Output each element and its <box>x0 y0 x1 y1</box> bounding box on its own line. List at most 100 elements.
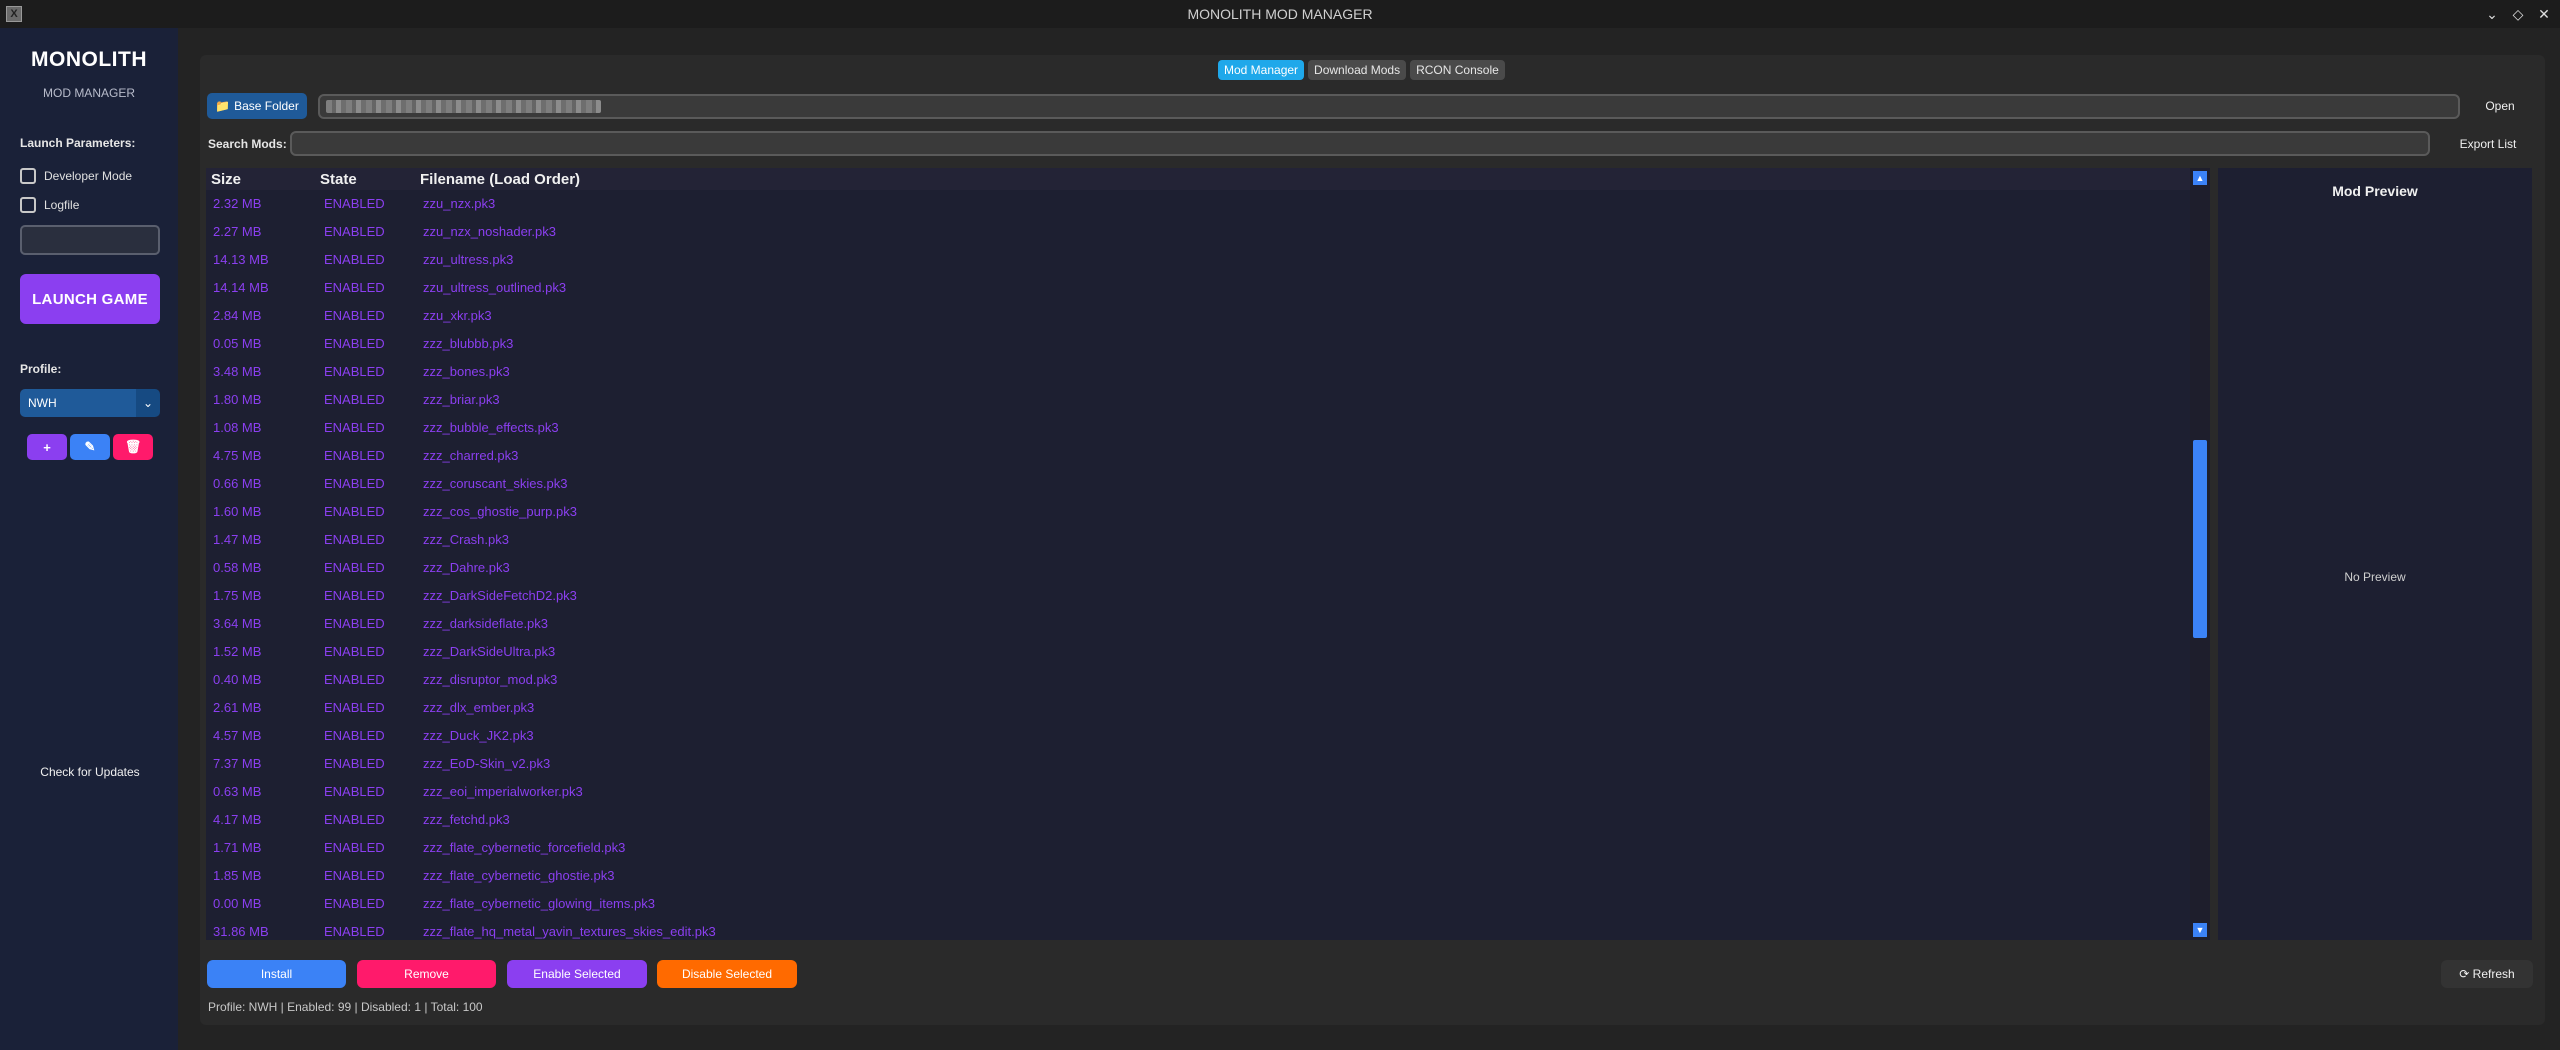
list-header: Size State Filename (Load Order) <box>206 168 2210 190</box>
maximize-icon[interactable]: ◇ <box>2510 6 2526 23</box>
logfile-checkbox[interactable]: Logfile <box>20 197 79 213</box>
delete-profile-button[interactable]: 🗑 <box>113 434 153 460</box>
row-filename: zzz_dlx_ember.pk3 <box>423 700 535 715</box>
header-state[interactable]: State <box>320 171 357 188</box>
row-size: 2.84 MB <box>213 308 262 323</box>
scrollbar-thumb[interactable] <box>2193 440 2207 638</box>
export-list-button[interactable]: Export List <box>2446 131 2530 157</box>
refresh-button[interactable]: ⟳ Refresh <box>2441 960 2533 988</box>
enable-selected-button[interactable]: Enable Selected <box>507 960 647 988</box>
tab-mod-manager[interactable]: Mod Manager <box>1218 60 1305 80</box>
row-size: 1.85 MB <box>213 868 262 883</box>
open-button[interactable]: Open <box>2470 93 2530 119</box>
row-filename: zzz_flate_cybernetic_forcefield.pk3 <box>423 840 626 855</box>
close-icon[interactable]: ✕ <box>2536 6 2552 23</box>
row-size: 0.58 MB <box>213 560 262 575</box>
table-row[interactable]: 0.58 MB ENABLED zzz_Dahre.pk3 <box>206 554 2210 582</box>
table-row[interactable]: 1.52 MB ENABLED zzz_DarkSideUltra.pk3 <box>206 638 2210 666</box>
row-state: ENABLED <box>324 308 385 323</box>
header-size[interactable]: Size <box>211 171 241 188</box>
edit-profile-button[interactable]: ✎ <box>70 434 110 460</box>
table-row[interactable]: 1.47 MB ENABLED zzz_Crash.pk3 <box>206 526 2210 554</box>
table-row[interactable]: 4.17 MB ENABLED zzz_fetchd.pk3 <box>206 806 2210 834</box>
launch-game-button[interactable]: LAUNCH GAME <box>20 274 160 324</box>
table-row[interactable]: 1.08 MB ENABLED zzz_bubble_effects.pk3 <box>206 414 2210 442</box>
base-folder-path-input[interactable] <box>318 94 2460 119</box>
row-state: ENABLED <box>324 728 385 743</box>
scroll-up-icon[interactable]: ▲ <box>2193 171 2207 185</box>
row-size: 0.40 MB <box>213 672 262 687</box>
developer-mode-label: Developer Mode <box>44 169 133 183</box>
table-row[interactable]: 31.86 MB ENABLED zzz_flate_hq_metal_yavin_… <box>206 918 2210 940</box>
profile-select-value[interactable]: NWH <box>20 389 136 417</box>
row-size: 1.80 MB <box>213 392 262 407</box>
row-filename: zzz_coruscant_skies.pk3 <box>423 476 568 491</box>
table-row[interactable]: 2.61 MB ENABLED zzz_dlx_ember.pk3 <box>206 694 2210 722</box>
search-mods-input[interactable] <box>290 131 2430 156</box>
row-filename: zzz_disruptor_mod.pk3 <box>423 672 558 687</box>
table-row[interactable]: 1.60 MB ENABLED zzz_cos_ghostie_purp.pk3 <box>206 498 2210 526</box>
folder-icon: 📁 <box>215 99 231 113</box>
row-state: ENABLED <box>324 336 385 351</box>
table-row[interactable]: 2.32 MB ENABLED zzu_nzx.pk3 <box>206 190 2210 218</box>
table-row[interactable]: 14.14 MB ENABLED zzu_ultress_outlined.pk3 <box>206 274 2210 302</box>
table-row[interactable]: 0.63 MB ENABLED zzz_eoi_imperialworker.pk3 <box>206 778 2210 806</box>
table-row[interactable]: 1.71 MB ENABLED zzz_flate_cybernetic_force… <box>206 834 2210 862</box>
table-row[interactable]: 1.80 MB ENABLED zzz_briar.pk3 <box>206 386 2210 414</box>
checkbox-icon[interactable] <box>20 168 36 184</box>
mod-list-scrollbar[interactable]: ▲ ▼ <box>2190 168 2210 940</box>
row-size: 1.52 MB <box>213 644 262 659</box>
row-filename: zzz_flate_cybernetic_ghostie.pk3 <box>423 868 615 883</box>
table-row[interactable]: 7.37 MB ENABLED zzz_EoD-Skin_v2.pk3 <box>206 750 2210 778</box>
table-row[interactable]: 14.13 MB ENABLED zzu_ultress.pk3 <box>206 246 2210 274</box>
row-size: 14.14 MB <box>213 280 269 295</box>
table-row[interactable]: 0.00 MB ENABLED zzz_flate_cybernetic_glowi… <box>206 890 2210 918</box>
row-filename: zzu_xkr.pk3 <box>423 308 492 323</box>
add-profile-button[interactable]: + <box>27 434 67 460</box>
table-row[interactable]: 2.84 MB ENABLED zzu_xkr.pk3 <box>206 302 2210 330</box>
checkbox-icon[interactable] <box>20 197 36 213</box>
table-row[interactable]: 0.66 MB ENABLED zzz_coruscant_skies.pk3 <box>206 470 2210 498</box>
install-button[interactable]: Install <box>207 960 346 988</box>
brand-title: MONOLITH <box>31 48 147 71</box>
table-row[interactable]: 1.85 MB ENABLED zzz_flate_cybernetic_ghost… <box>206 862 2210 890</box>
header-filename[interactable]: Filename (Load Order) <box>420 171 580 188</box>
row-filename: zzu_ultress_outlined.pk3 <box>423 280 567 295</box>
logfile-label: Logfile <box>44 198 80 212</box>
table-row[interactable]: 0.40 MB ENABLED zzz_disruptor_mod.pk3 <box>206 666 2210 694</box>
developer-mode-checkbox[interactable]: Developer Mode <box>20 168 132 184</box>
row-size: 3.48 MB <box>213 364 262 379</box>
minimize-icon[interactable]: ⌄ <box>2484 6 2500 23</box>
row-filename: zzu_nzx_noshader.pk3 <box>423 224 556 239</box>
table-row[interactable]: 1.75 MB ENABLED zzz_DarkSideFetchD2.pk3 <box>206 582 2210 610</box>
mod-list[interactable]: Size State Filename (Load Order) 2.32 MB… <box>206 168 2210 940</box>
table-row[interactable]: 4.57 MB ENABLED zzz_Duck_JK2.pk3 <box>206 722 2210 750</box>
row-filename: zzz_eoi_imperialworker.pk3 <box>423 784 583 799</box>
launch-params-input[interactable] <box>20 225 160 255</box>
profile-select[interactable]: NWH ⌄ <box>20 389 160 417</box>
scroll-down-icon[interactable]: ▼ <box>2193 923 2207 937</box>
row-state: ENABLED <box>324 476 385 491</box>
table-row[interactable]: 3.48 MB ENABLED zzz_bones.pk3 <box>206 358 2210 386</box>
chevron-down-icon[interactable]: ⌄ <box>136 389 160 417</box>
table-row[interactable]: 2.27 MB ENABLED zzu_nzx_noshader.pk3 <box>206 218 2210 246</box>
check-for-updates-button[interactable]: Check for Updates <box>20 765 160 779</box>
row-state: ENABLED <box>324 924 385 939</box>
tab-rcon-console[interactable]: RCON Console <box>1410 60 1505 80</box>
table-row[interactable]: 4.75 MB ENABLED zzz_charred.pk3 <box>206 442 2210 470</box>
row-size: 7.37 MB <box>213 756 262 771</box>
row-state: ENABLED <box>324 224 385 239</box>
row-filename: zzz_Dahre.pk3 <box>423 560 510 575</box>
table-row[interactable]: 3.64 MB ENABLED zzz_darksideflate.pk3 <box>206 610 2210 638</box>
row-size: 2.27 MB <box>213 224 262 239</box>
remove-button[interactable]: Remove <box>357 960 496 988</box>
table-row[interactable]: 0.05 MB ENABLED zzz_blubbb.pk3 <box>206 330 2210 358</box>
row-state: ENABLED <box>324 280 385 295</box>
row-filename: zzz_DarkSideFetchD2.pk3 <box>423 588 577 603</box>
no-preview-text: No Preview <box>2344 570 2406 584</box>
base-folder-button[interactable]: 📁 Base Folder <box>207 93 307 119</box>
tab-download-mods[interactable]: Download Mods <box>1308 60 1407 80</box>
disable-selected-button[interactable]: Disable Selected <box>657 960 797 988</box>
window-titlebar: X MONOLITH MOD MANAGER ⌄ ◇ ✕ <box>0 0 2560 28</box>
brand-subtitle: MOD MANAGER <box>42 86 135 100</box>
